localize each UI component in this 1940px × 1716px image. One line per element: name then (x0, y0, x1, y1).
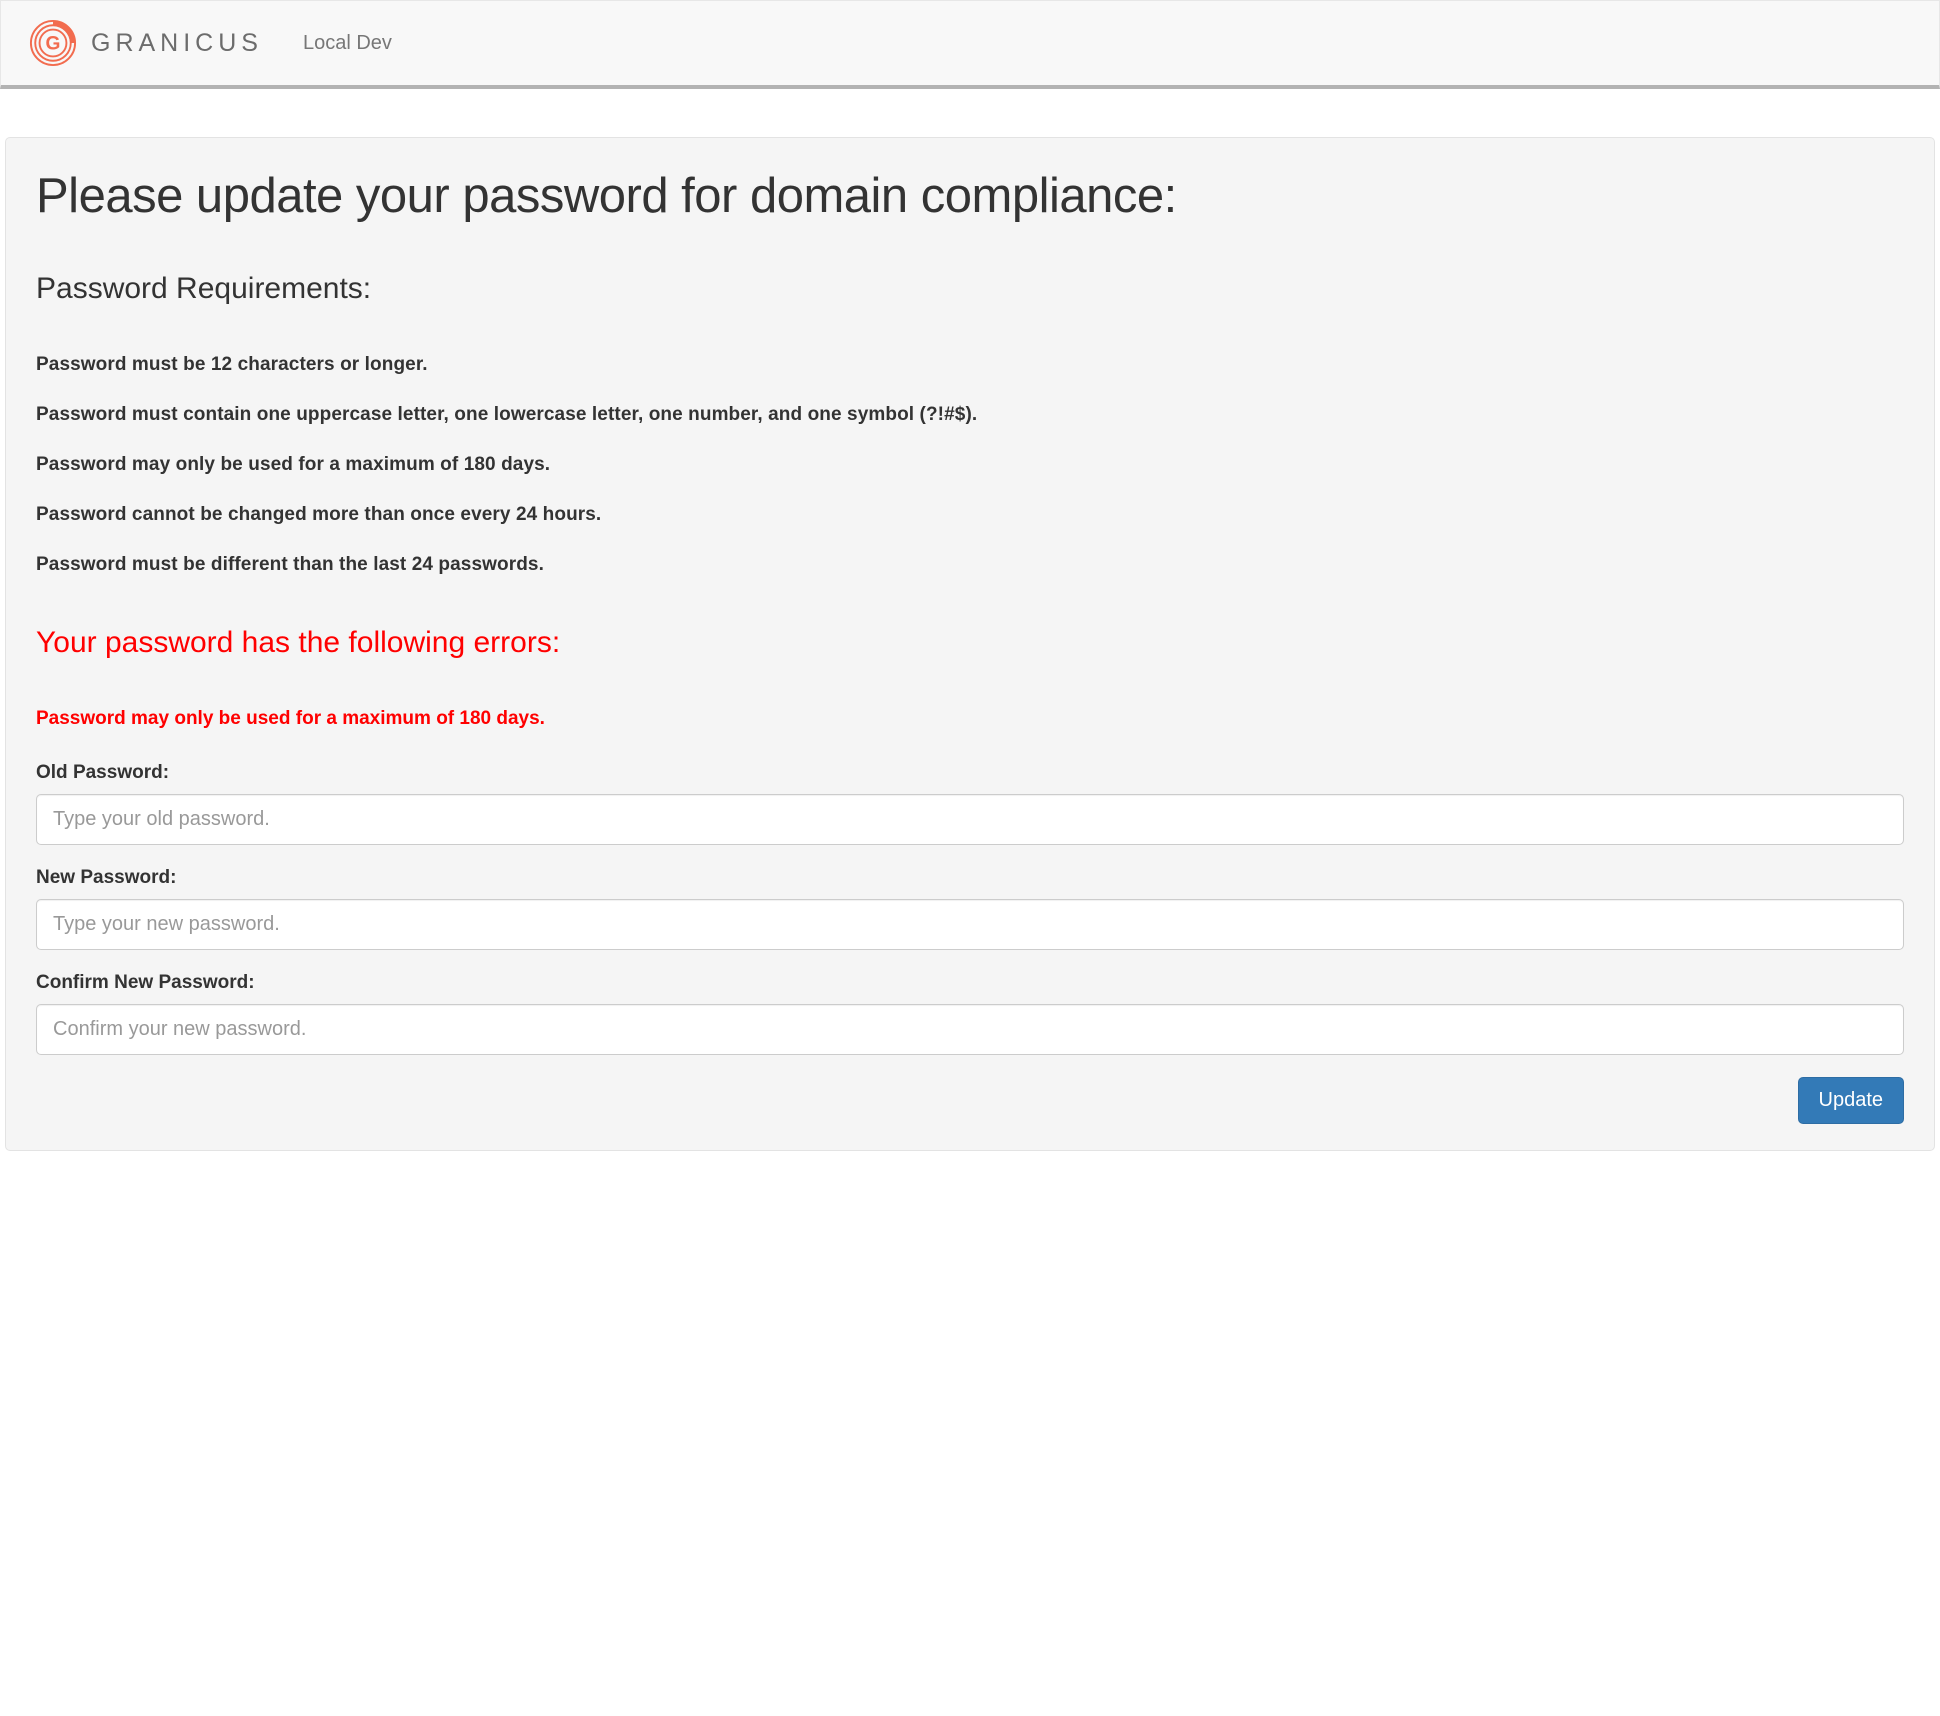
old-password-label: Old Password: (36, 762, 1904, 784)
confirm-password-label: Confirm New Password: (36, 972, 1904, 994)
requirements-list: Password must be 12 characters or longer… (36, 354, 1904, 576)
confirm-password-input[interactable] (36, 1004, 1904, 1055)
requirement-item: Password must contain one uppercase lett… (36, 404, 1904, 426)
errors-list: Password may only be used for a maximum … (36, 708, 1904, 730)
nav-link-local-dev[interactable]: Local Dev (303, 32, 392, 55)
new-password-input[interactable] (36, 899, 1904, 950)
new-password-label: New Password: (36, 867, 1904, 889)
requirements-heading: Password Requirements: (36, 272, 1904, 306)
brand-text: GRANICUS (91, 29, 263, 58)
errors-heading: Your password has the following errors: (36, 626, 1904, 660)
navbar: G GRANICUS Local Dev (0, 0, 1940, 89)
old-password-input[interactable] (36, 794, 1904, 845)
form-group-old-password: Old Password: (36, 762, 1904, 845)
form-group-new-password: New Password: (36, 867, 1904, 950)
granicus-logo-icon: G (29, 19, 77, 67)
update-button[interactable]: Update (1798, 1077, 1905, 1124)
page-title: Please update your password for domain c… (36, 168, 1904, 224)
requirement-item: Password may only be used for a maximum … (36, 454, 1904, 476)
svg-text:G: G (46, 34, 61, 55)
requirement-item: Password must be different than the last… (36, 554, 1904, 576)
error-item: Password may only be used for a maximum … (36, 708, 1904, 730)
form-actions: Update (36, 1077, 1904, 1124)
form-group-confirm-password: Confirm New Password: (36, 972, 1904, 1055)
brand[interactable]: G GRANICUS (29, 19, 263, 67)
main-panel: Please update your password for domain c… (5, 137, 1935, 1151)
requirement-item: Password must be 12 characters or longer… (36, 354, 1904, 376)
requirement-item: Password cannot be changed more than onc… (36, 504, 1904, 526)
